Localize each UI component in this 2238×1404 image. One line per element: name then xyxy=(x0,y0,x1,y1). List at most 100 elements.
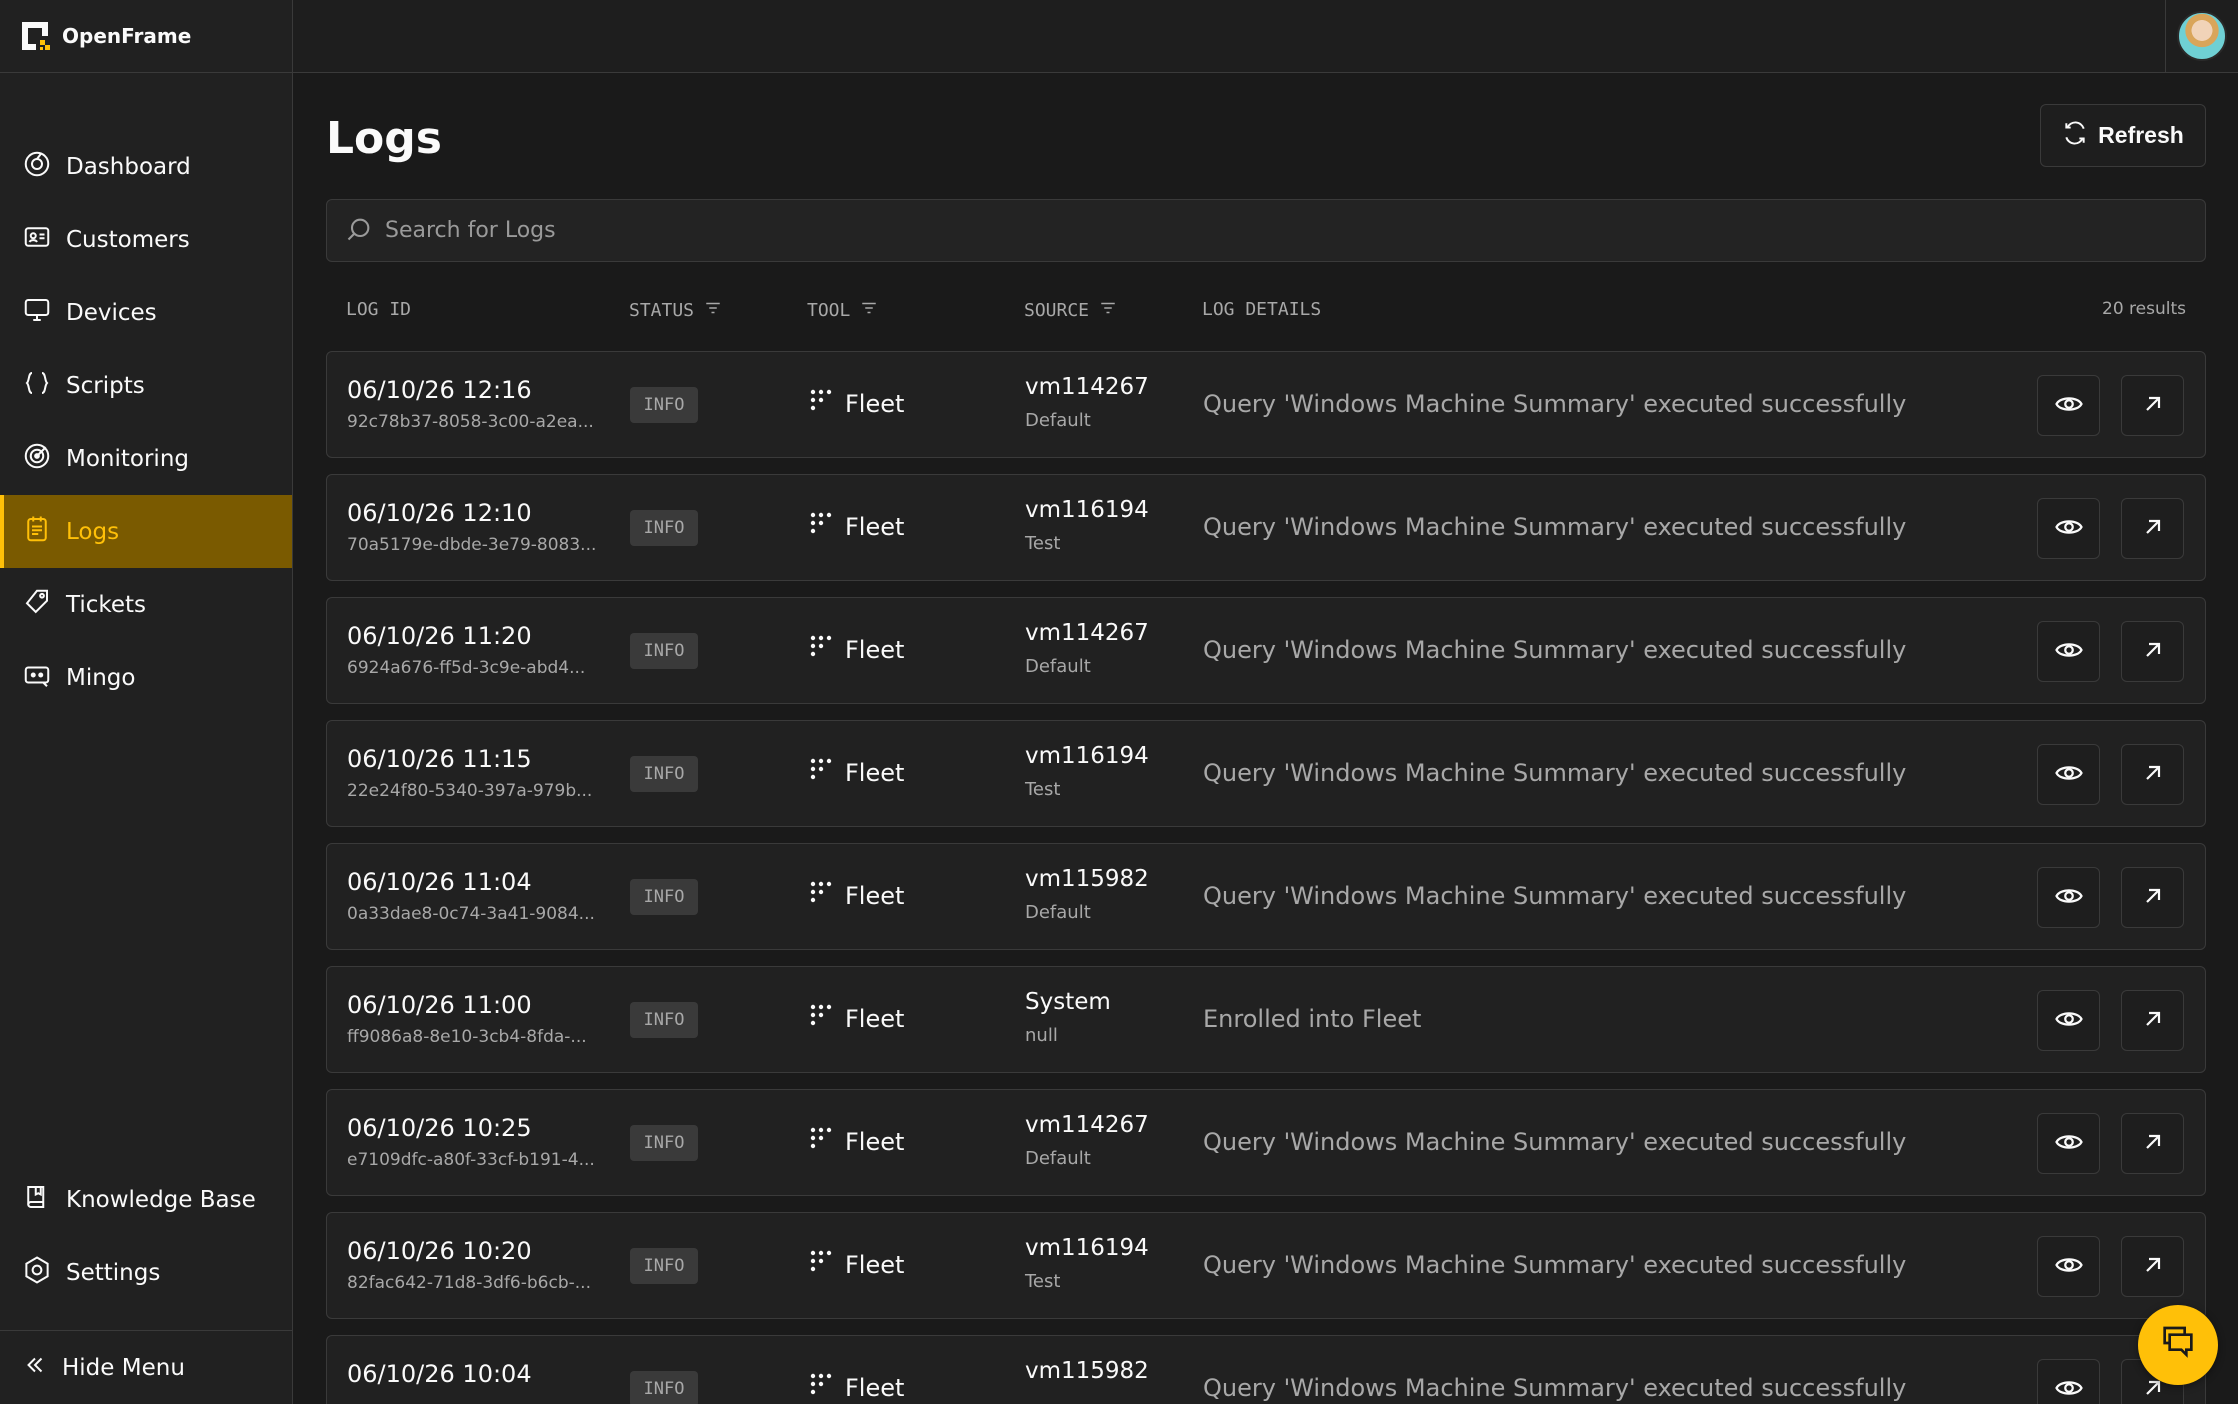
open-button[interactable] xyxy=(2121,1236,2184,1297)
nav-item-dashboard[interactable]: Dashboard xyxy=(0,130,292,203)
eye-icon xyxy=(2054,1004,2084,1038)
view-button[interactable] xyxy=(2037,498,2100,559)
nav-item-label: Settings xyxy=(66,1259,161,1286)
view-button[interactable] xyxy=(2037,867,2100,928)
open-button[interactable] xyxy=(2121,498,2184,559)
table-row[interactable]: 06/10/26 12:10 70a5179e-dbde-3e79-8083..… xyxy=(326,474,2206,581)
source-cell: vm114267 Default xyxy=(1025,374,1149,431)
filter-icon[interactable] xyxy=(1099,299,1117,322)
refresh-icon xyxy=(2062,120,2088,152)
fleet-icon xyxy=(809,880,835,912)
open-button[interactable] xyxy=(2121,867,2184,928)
table-row[interactable]: 06/10/26 11:20 6924a676-ff5d-3c9e-abd4..… xyxy=(326,597,2206,704)
view-button[interactable] xyxy=(2037,744,2100,805)
chat-icon xyxy=(2158,1323,2198,1367)
search-icon xyxy=(345,215,373,247)
scripts-icon xyxy=(22,368,52,404)
log-id-cell: 06/10/26 11:20 6924a676-ff5d-3c9e-abd4..… xyxy=(347,622,609,678)
monitoring-icon xyxy=(22,441,52,477)
settings-icon xyxy=(22,1255,52,1291)
filter-icon[interactable] xyxy=(860,299,878,322)
nav-item-logs[interactable]: Logs xyxy=(0,495,292,568)
tool-cell: Fleet xyxy=(809,1126,904,1158)
customers-icon xyxy=(22,222,52,258)
chevrons-left-icon xyxy=(22,1352,48,1384)
nav-item-monitoring[interactable]: Monitoring xyxy=(0,422,292,495)
source-name: vm114267 xyxy=(1025,374,1149,400)
table-row[interactable]: 06/10/26 12:16 92c78b37-8058-3c00-a2ea..… xyxy=(326,351,2206,458)
table-row[interactable]: 06/10/26 10:25 e7109dfc-a80f-33cf-b191-4… xyxy=(326,1089,2206,1196)
table-row[interactable]: 06/10/26 10:20 82fac642-71d8-3df6-b6cb-.… xyxy=(326,1212,2206,1319)
log-details: Query 'Windows Machine Summary' executed… xyxy=(1203,759,1907,787)
eye-icon xyxy=(2054,389,2084,423)
table-row[interactable]: 06/10/26 11:04 0a33dae8-0c74-3a41-9084..… xyxy=(326,843,2206,950)
open-button[interactable] xyxy=(2121,375,2184,436)
log-id-cell: 06/10/26 11:00 ff9086a8-8e10-3cb4-8fda-.… xyxy=(347,991,609,1047)
filter-icon[interactable] xyxy=(704,299,722,322)
status-badge: INFO xyxy=(630,756,698,792)
view-button[interactable] xyxy=(2037,990,2100,1051)
refresh-button[interactable]: Refresh xyxy=(2040,104,2206,167)
view-button[interactable] xyxy=(2037,1359,2100,1404)
log-id-cell: 06/10/26 12:16 92c78b37-8058-3c00-a2ea..… xyxy=(347,376,609,432)
fleet-icon xyxy=(809,388,835,420)
table-row[interactable]: 06/10/26 11:00 ff9086a8-8e10-3cb4-8fda-.… xyxy=(326,966,2206,1073)
view-button[interactable] xyxy=(2037,621,2100,682)
log-date: 06/10/26 11:00 xyxy=(347,991,532,1019)
page-title: Logs xyxy=(326,113,442,164)
tool-cell: Fleet xyxy=(809,388,904,420)
avatar[interactable] xyxy=(2177,11,2227,61)
brand-name: OpenFrame xyxy=(62,24,192,48)
status-badge: INFO xyxy=(630,1125,698,1161)
status-badge: INFO xyxy=(630,633,698,669)
brand[interactable]: OpenFrame xyxy=(0,0,292,73)
user-menu[interactable] xyxy=(2165,0,2238,72)
nav-item-settings[interactable]: Settings xyxy=(0,1236,292,1309)
arrow-up-right-icon xyxy=(2141,884,2165,912)
nav-item-knowledge-base[interactable]: Knowledge Base xyxy=(0,1163,292,1236)
source-name: vm115982 xyxy=(1025,1358,1149,1384)
log-details: Query 'Windows Machine Summary' executed… xyxy=(1203,636,1907,664)
nav-item-label: Devices xyxy=(66,299,157,326)
log-details: Query 'Windows Machine Summary' executed… xyxy=(1203,1251,1907,1279)
table-row[interactable]: 06/10/26 11:15 22e24f80-5340-397a-979b..… xyxy=(326,720,2206,827)
col-status[interactable]: STATUS xyxy=(629,299,722,322)
open-button[interactable] xyxy=(2121,621,2184,682)
table-row[interactable]: 06/10/26 10:04 INFO Fleet vm115982 Query… xyxy=(326,1335,2206,1404)
tool-cell: Fleet xyxy=(809,757,904,789)
tool-cell: Fleet xyxy=(809,511,904,543)
open-button[interactable] xyxy=(2121,990,2184,1051)
tool-cell: Fleet xyxy=(809,634,904,666)
nav-item-mingo[interactable]: Mingo xyxy=(0,641,292,714)
view-button[interactable] xyxy=(2037,375,2100,436)
search-input[interactable] xyxy=(385,218,2085,243)
nav-item-label: Logs xyxy=(66,518,120,545)
source-name: vm116194 xyxy=(1025,1235,1149,1261)
nav-item-customers[interactable]: Customers xyxy=(0,203,292,276)
view-button[interactable] xyxy=(2037,1113,2100,1174)
log-date: 06/10/26 12:16 xyxy=(347,376,532,404)
col-source-label: SOURCE xyxy=(1024,300,1090,321)
arrow-up-right-icon xyxy=(2141,392,2165,420)
col-tool[interactable]: TOOL xyxy=(807,299,878,322)
col-source[interactable]: SOURCE xyxy=(1024,299,1117,322)
source-cell: vm116194 Test xyxy=(1025,743,1149,800)
log-uuid: ff9086a8-8e10-3cb4-8fda-... xyxy=(347,1027,587,1047)
log-date: 06/10/26 12:10 xyxy=(347,499,532,527)
status-badge: INFO xyxy=(630,510,698,546)
log-uuid: e7109dfc-a80f-33cf-b191-4... xyxy=(347,1150,595,1170)
open-button[interactable] xyxy=(2121,1113,2184,1174)
view-button[interactable] xyxy=(2037,1236,2100,1297)
log-uuid: 6924a676-ff5d-3c9e-abd4... xyxy=(347,658,586,678)
open-button[interactable] xyxy=(2121,744,2184,805)
nav-item-scripts[interactable]: Scripts xyxy=(0,349,292,422)
nav-item-devices[interactable]: Devices xyxy=(0,276,292,349)
arrow-up-right-icon xyxy=(2141,1253,2165,1281)
hide-menu-button[interactable]: Hide Menu xyxy=(0,1330,292,1404)
source-name: vm115982 xyxy=(1025,866,1149,892)
status-badge: INFO xyxy=(630,387,698,423)
col-tool-label: TOOL xyxy=(807,300,851,321)
chat-button[interactable] xyxy=(2138,1305,2218,1385)
dashboard-icon xyxy=(22,149,52,185)
nav-item-tickets[interactable]: Tickets xyxy=(0,568,292,641)
